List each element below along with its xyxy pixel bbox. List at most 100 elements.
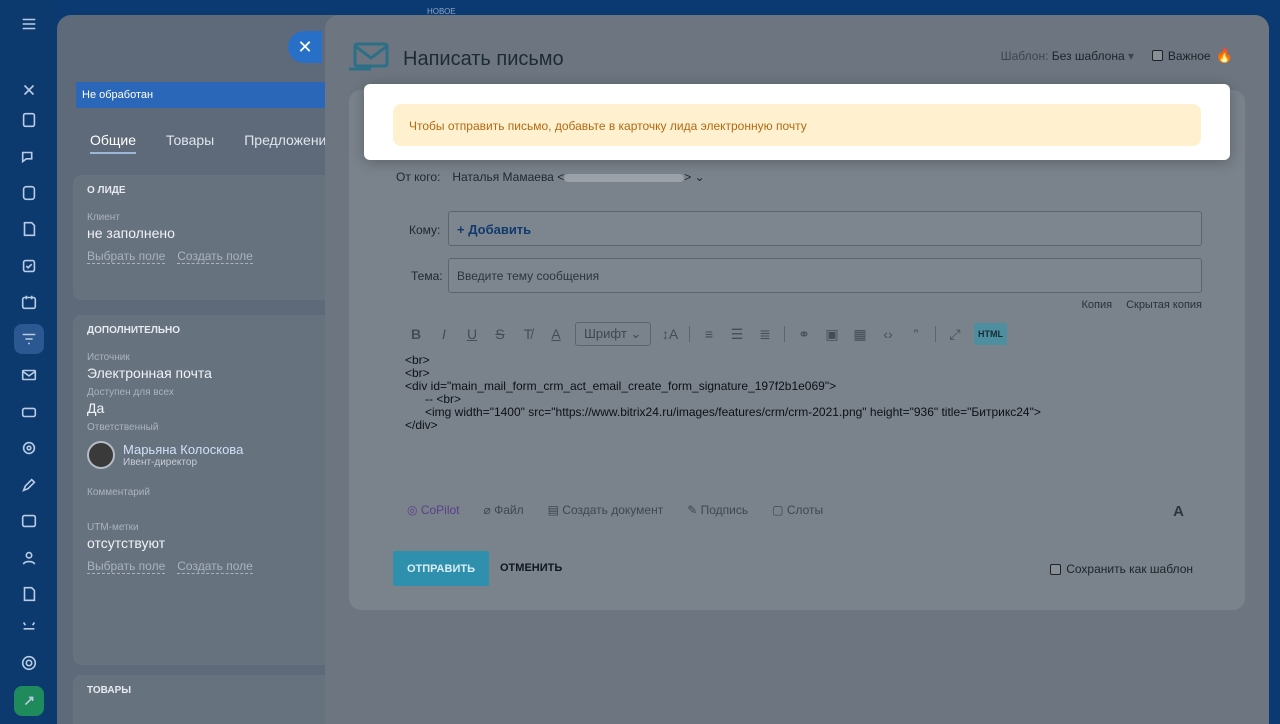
responsible-role: Ивент-директор xyxy=(123,457,198,468)
subject-input[interactable]: Введите тему сообщения xyxy=(448,258,1202,293)
contacts-icon[interactable] xyxy=(14,506,44,536)
close-icon[interactable] xyxy=(14,75,44,105)
bulleted-list-icon[interactable]: ☰ xyxy=(728,326,746,343)
tasks-icon[interactable] xyxy=(14,105,44,135)
save-as-template-toggle[interactable]: Сохранить как шаблон xyxy=(1050,562,1193,576)
copilot-button[interactable]: ◎ CoPilot xyxy=(407,503,460,517)
signature-button[interactable]: ✎ Подпись xyxy=(687,503,748,517)
client-value: не заполнено xyxy=(87,225,175,241)
responsible-person[interactable]: Марьяна Колоскова Ивент-директор xyxy=(73,433,353,469)
html-code-editor[interactable]: <br> <br> <div id="main_mail_form_crm_ac… xyxy=(405,354,1041,432)
client-label: Клиент xyxy=(87,212,120,223)
close-icon: ✕ xyxy=(297,36,313,57)
responsible-label: Ответственный xyxy=(87,422,159,433)
text-color-icon[interactable]: A xyxy=(547,326,565,342)
link-icon[interactable]: ⚭ xyxy=(795,326,813,343)
subject-label: Тема: xyxy=(411,269,443,283)
email-form: От кого: Наталья Мамаева < > ⌄ Кому: + До… xyxy=(349,90,1245,610)
align-icon[interactable]: ≣ xyxy=(756,326,774,343)
bottom-tools: ◎ CoPilot ⌀ Файл ▤ Создать документ ✎ По… xyxy=(407,503,823,517)
create-field-link[interactable]: Создать поле xyxy=(177,559,253,574)
source-label: Источник xyxy=(87,352,130,363)
template-label: Шаблон: xyxy=(1000,49,1049,63)
font-size-icon[interactable]: ↕A xyxy=(661,326,679,342)
menu-icon[interactable] xyxy=(14,9,44,39)
html-mode-button[interactable]: HTML xyxy=(974,323,1007,345)
template-value[interactable]: Без шаблона xyxy=(1052,49,1125,63)
important-checkbox[interactable] xyxy=(1151,50,1163,61)
flame-icon: 🔥 xyxy=(1215,47,1233,63)
checklist-icon[interactable] xyxy=(14,251,44,281)
rocket-icon[interactable] xyxy=(14,686,44,716)
utm-label: UTM-метки xyxy=(87,522,139,533)
choose-field-link[interactable]: Выбрать поле xyxy=(87,249,166,264)
create-document-button[interactable]: ▤ Создать документ xyxy=(548,503,664,517)
chevron-down-icon[interactable]: ⌄ xyxy=(695,170,705,184)
image-icon[interactable]: ▣ xyxy=(823,326,841,343)
mail-send-icon xyxy=(349,41,389,78)
save-template-checkbox[interactable] xyxy=(1050,563,1062,575)
tab-goods[interactable]: Товары xyxy=(166,132,214,154)
settings-icon[interactable] xyxy=(14,648,44,678)
responsible-name[interactable]: Марьяна Колоскова xyxy=(123,442,243,457)
numbered-list-icon[interactable]: ≡ xyxy=(700,326,718,342)
save-template-label: Сохранить как шаблон xyxy=(1066,562,1193,576)
target-icon[interactable] xyxy=(14,433,44,463)
file-icon[interactable] xyxy=(14,579,44,609)
table-icon[interactable]: ▦ xyxy=(851,326,869,343)
users-icon[interactable] xyxy=(14,543,44,573)
top-new-label: НОВОЕ xyxy=(427,7,456,16)
editor-toolbar: B I U S T̸ A Шрифт ⌄ ↕A ≡ ☰ ≣ ⚭ ▣ ▦ ‹› ”… xyxy=(407,322,1007,346)
store-icon[interactable] xyxy=(14,397,44,427)
page-title: Написать письмо xyxy=(403,48,564,70)
section-title: ТОВАРЫ xyxy=(87,685,132,696)
italic-icon[interactable]: I xyxy=(435,326,453,342)
from-value[interactable]: Наталья Мамаева < > ⌄ xyxy=(452,170,704,184)
bold-icon[interactable]: B xyxy=(407,326,425,342)
pen-icon[interactable] xyxy=(14,470,44,500)
chevron-down-icon: ▾ xyxy=(1127,49,1134,63)
subject-placeholder: Введите тему сообщения xyxy=(457,269,600,283)
mail-icon[interactable] xyxy=(14,360,44,390)
bcc-link[interactable]: Скрытая копия xyxy=(1126,299,1202,311)
section-title: ДОПОЛНИТЕЛЬНО xyxy=(87,325,181,336)
calendar-icon: ▢ xyxy=(772,503,784,517)
from-row: От кого: Наталья Мамаева < > ⌄ xyxy=(396,170,705,184)
choose-field-link[interactable]: Выбрать поле xyxy=(87,559,166,574)
important-toggle[interactable]: Важное 🔥 xyxy=(1151,47,1233,64)
available-value: Да xyxy=(87,400,105,416)
crm-tabs: Общие Товары Предложения xyxy=(90,132,334,154)
quote-icon[interactable]: ” xyxy=(907,326,925,342)
to-field[interactable]: + Добавить xyxy=(448,211,1202,246)
left-icon-rail xyxy=(0,0,57,724)
crm-filter-icon[interactable] xyxy=(14,324,44,354)
strikethrough-icon[interactable]: S xyxy=(491,326,509,342)
underline-icon[interactable]: U xyxy=(463,326,481,342)
attach-file-button[interactable]: ⌀ Файл xyxy=(484,503,524,517)
add-recipient-link[interactable]: + Добавить xyxy=(457,222,531,237)
close-slider-button[interactable]: ✕ xyxy=(288,31,322,63)
send-button[interactable]: ОТПРАВИТЬ xyxy=(393,551,489,586)
status-badge[interactable]: Не обработан xyxy=(76,82,336,108)
code-icon[interactable]: ‹› xyxy=(879,326,897,342)
paperclip-icon: ⌀ xyxy=(483,503,491,517)
document-icon: ▤ xyxy=(547,503,559,517)
drive-icon[interactable] xyxy=(14,178,44,208)
documents-icon[interactable] xyxy=(14,214,44,244)
cc-link[interactable]: Копия xyxy=(1081,299,1112,311)
about-lead-section: О ЛИДЕ Клиент не заполнено Выбрать поле … xyxy=(73,175,353,300)
fullscreen-icon[interactable]: ⤢ xyxy=(946,326,964,343)
create-field-link[interactable]: Создать поле xyxy=(177,249,253,264)
tab-offers[interactable]: Предложения xyxy=(244,132,334,154)
tab-general[interactable]: Общие xyxy=(90,132,137,154)
slots-button[interactable]: ▢ Слоты xyxy=(772,503,823,517)
calendar-icon[interactable] xyxy=(14,287,44,317)
cancel-button[interactable]: ОТМЕНИТЬ xyxy=(500,562,562,574)
font-select[interactable]: Шрифт ⌄ xyxy=(575,322,651,346)
robot-icon[interactable] xyxy=(14,612,44,642)
text-format-icon[interactable]: A xyxy=(1173,503,1184,520)
clear-format-icon[interactable]: T̸ xyxy=(519,326,537,342)
chat-icon[interactable] xyxy=(14,142,44,172)
goods-section: ТОВАРЫ xyxy=(73,675,353,724)
template-selector[interactable]: Шаблон: Без шаблона ▾ xyxy=(1001,49,1134,63)
